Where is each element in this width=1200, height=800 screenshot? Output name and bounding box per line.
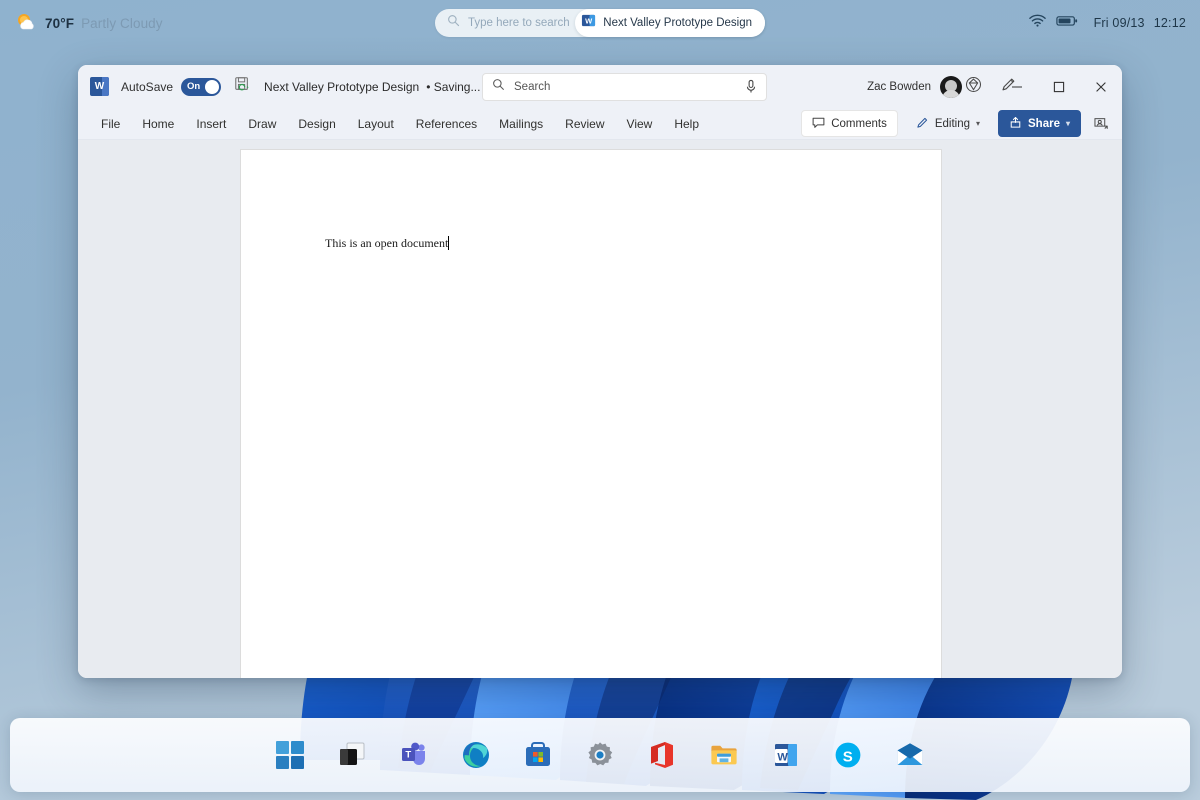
tab-file[interactable]: File	[90, 113, 131, 135]
tab-design[interactable]: Design	[287, 113, 346, 135]
document-body-value: This is an open document	[325, 236, 449, 250]
search-icon	[492, 78, 505, 96]
ribbon-display-icon[interactable]	[1088, 111, 1114, 136]
pencil-icon	[916, 116, 929, 132]
editing-label: Editing	[934, 117, 970, 130]
user-account-area[interactable]: Zac Bowden	[867, 76, 962, 98]
comments-label: Comments	[831, 117, 887, 130]
editing-button[interactable]: Editing ▾	[905, 110, 991, 137]
share-button[interactable]: Share ▾	[998, 110, 1081, 137]
start-button[interactable]	[270, 735, 310, 775]
tab-home[interactable]: Home	[131, 113, 185, 135]
share-label: Share	[1028, 117, 1060, 130]
svg-text:W: W	[585, 17, 593, 26]
word-search-input[interactable]: Search	[482, 73, 767, 101]
search-icon	[447, 14, 460, 32]
comments-button[interactable]: Comments	[801, 110, 898, 137]
text-cursor	[448, 236, 450, 250]
comment-bubble-icon	[812, 116, 825, 132]
wifi-icon[interactable]	[1028, 13, 1046, 33]
word-search-placeholder: Search	[514, 81, 551, 93]
tab-references[interactable]: References	[405, 113, 488, 135]
tab-layout[interactable]: Layout	[347, 113, 405, 135]
word-window: W AutoSave On Next Valley Prototype Desi…	[78, 65, 1122, 678]
autosave-toggle[interactable]: On	[181, 77, 222, 96]
document-page[interactable]: This is an open document	[241, 150, 941, 678]
microphone-icon[interactable]	[745, 79, 757, 99]
autosave-state: On	[187, 81, 201, 92]
tray-date: Fri 09/13	[1093, 16, 1145, 30]
office-button[interactable]	[642, 735, 682, 775]
ribbon-tab-row: File Home Insert Draw Design Layout Refe…	[78, 108, 1122, 140]
settings-button[interactable]	[580, 735, 620, 775]
user-name: Zac Bowden	[867, 81, 931, 93]
edge-button[interactable]	[456, 735, 496, 775]
sun-cloud-icon	[14, 11, 38, 35]
document-title-area[interactable]: Next Valley Prototype Design • Saving...	[264, 79, 498, 94]
autosave-label: AutoSave	[121, 79, 174, 94]
word-icon-letter: W	[94, 81, 105, 92]
tab-draw[interactable]: Draw	[237, 113, 287, 135]
skype-button[interactable]: S	[828, 735, 868, 775]
weather-condition: Partly Cloudy	[81, 15, 163, 31]
desktop-top-bar: 70°F Partly Cloudy Type here to search W…	[0, 0, 1200, 46]
search-suggestion-label: Next Valley Prototype Design	[603, 17, 752, 29]
file-explorer-button[interactable]	[704, 735, 744, 775]
word-icon: W	[581, 13, 596, 33]
diamond-icon[interactable]	[965, 76, 982, 98]
share-icon	[1009, 116, 1022, 132]
tab-mailings[interactable]: Mailings	[488, 113, 554, 135]
word-icon: W	[90, 77, 109, 96]
desktop: 70°F Partly Cloudy Type here to search W…	[0, 0, 1200, 800]
chevron-down-icon[interactable]: ▾	[1066, 119, 1070, 128]
tab-insert[interactable]: Insert	[185, 113, 237, 135]
mail-button[interactable]	[890, 735, 930, 775]
document-title: Next Valley Prototype Design	[264, 79, 420, 94]
task-view-button[interactable]	[332, 735, 372, 775]
tab-view[interactable]: View	[616, 113, 664, 135]
document-body-text[interactable]: This is an open document	[325, 236, 450, 251]
tray-time: 12:12	[1153, 16, 1186, 30]
chevron-down-icon[interactable]: ▾	[976, 119, 980, 128]
battery-icon[interactable]	[1055, 14, 1078, 32]
minimize-button[interactable]	[996, 65, 1038, 108]
system-tray: Fri 09/13 12:12	[1028, 0, 1186, 46]
avatar[interactable]	[940, 76, 962, 98]
svg-text:S: S	[843, 748, 853, 765]
teams-button[interactable]: T	[394, 735, 434, 775]
taskbar-search-area: Type here to search W Next Valley Protot…	[435, 9, 765, 37]
tab-help[interactable]: Help	[663, 113, 710, 135]
toggle-knob	[205, 79, 220, 94]
maximize-button[interactable]	[1038, 65, 1080, 108]
weather-widget[interactable]: 70°F Partly Cloudy	[14, 11, 163, 35]
svg-text:W: W	[777, 751, 788, 763]
word-button[interactable]: W	[766, 735, 806, 775]
document-canvas[interactable]: This is an open document	[78, 140, 1122, 678]
ribbon-tabs: File Home Insert Draw Design Layout Refe…	[90, 113, 710, 135]
store-button[interactable]	[518, 735, 558, 775]
taskbar: T W S	[10, 718, 1190, 792]
search-suggestion-pill[interactable]: W Next Valley Prototype Design	[575, 9, 765, 37]
window-controls	[996, 65, 1122, 108]
word-titlebar: W AutoSave On Next Valley Prototype Desi…	[78, 65, 1122, 108]
document-save-status: • Saving...	[426, 79, 481, 94]
svg-text:T: T	[405, 750, 411, 761]
tray-clock[interactable]: Fri 09/13 12:12	[1094, 16, 1186, 30]
ribbon-actions: Comments Editing ▾ Share ▾	[801, 110, 1114, 137]
tab-review[interactable]: Review	[554, 113, 615, 135]
taskbar-search-placeholder: Type here to search	[468, 17, 570, 29]
save-refresh-icon[interactable]	[234, 76, 250, 97]
close-button[interactable]	[1080, 65, 1122, 108]
weather-temperature: 70°F	[45, 15, 75, 31]
